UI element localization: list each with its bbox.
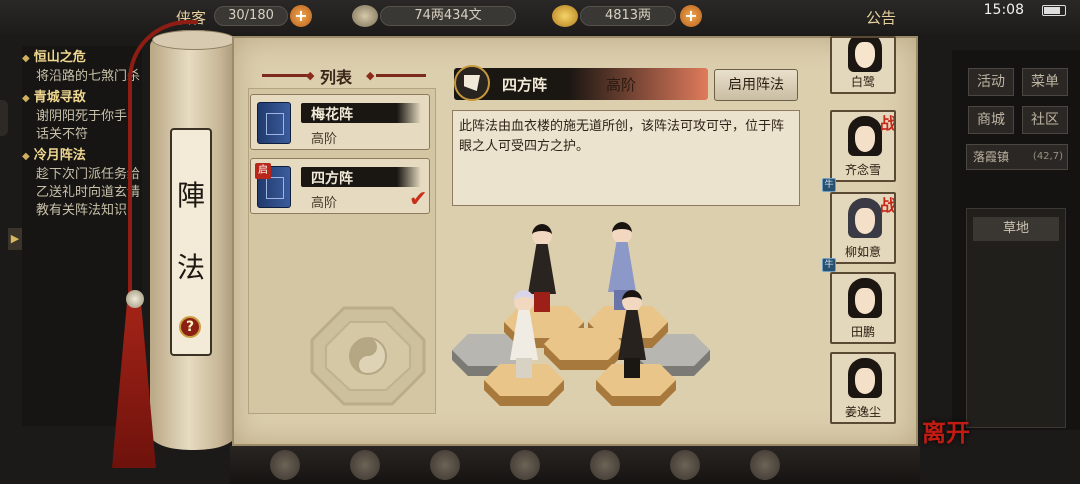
diamond-icon: ◆ [306,69,315,82]
quest-body: 趁下次门派任务给乙送礼时向道玄请教有关阵法知识 [36,167,141,218]
formation-rank: 高阶 [311,132,338,147]
scroll-title-char: 法 [176,251,205,284]
tassel-bead [126,290,144,308]
detail-formation-rank: 高阶 [606,76,637,94]
clock: 15:08 [983,2,1024,18]
character-name: 姜逸尘 [844,405,881,419]
character-card[interactable]: 柳如意 战 [830,192,896,264]
side-drawer-handle[interactable] [0,100,8,136]
toolbar-button-icon[interactable] [750,450,780,480]
character-card[interactable]: 田鹏 [830,272,896,344]
community-button[interactable]: 社区 [1022,106,1068,134]
location-name: 落霞镇 [973,150,1010,164]
add-gold-button[interactable]: + [680,5,702,27]
notice-button[interactable]: 公告 [866,7,896,28]
quest-body: 谢阴阳死于你手，话关不符 [36,109,141,142]
header-ornament [376,74,426,77]
diamond-icon: ◆ [366,69,375,82]
gold-counter: 4813两 [580,6,676,26]
quest-title[interactable]: 冷月阵法 [22,147,142,166]
capacity-counter: 30/180 [214,6,288,26]
formation-item-meihua[interactable]: 梅花阵 高阶 [250,94,430,150]
battle-badge: 战 [879,114,896,133]
formation-name: 四方阵 [311,171,353,187]
money-counter: 74两434文 [380,6,516,26]
gold-ingot-icon [552,5,578,27]
toolbar-button-icon[interactable] [350,450,380,480]
shop-button[interactable]: 商城 [968,106,1014,134]
bottom-toolbar [230,446,920,484]
link-chip-icon: 牛 [822,258,836,272]
leave-button[interactable]: 离开 [918,420,974,476]
formation-board [448,218,728,418]
character-name: 田鹏 [850,325,875,339]
quest-title[interactable]: 青城寻敌 [22,89,142,108]
formation-flag-icon [454,65,490,101]
character-name: 柳如意 [844,245,881,259]
list-header: ◆ 列表 ◆ [262,64,426,87]
toolbar-button-icon[interactable] [430,450,460,480]
battery-icon [1042,5,1066,16]
quest-body: 将沿路的七煞门杀 [36,69,141,84]
terrain-label: 草地 [973,217,1059,241]
description-box: 此阵法由血衣楼的施无道所创，该阵法可攻可守，位于阵眼之人可受四方之护。 [452,110,800,206]
location-coords: (42,7) [1032,151,1063,162]
active-tag-badge: 启 [255,163,271,179]
link-chip-icon: 牛 [822,178,836,192]
detail-formation-name: 四方阵 [502,76,548,94]
hero-figure[interactable] [612,290,652,380]
hero-figure[interactable] [504,290,544,380]
character-card[interactable]: 姜逸尘 [830,352,896,424]
header-ornament [262,74,312,77]
toolbar-button-icon[interactable] [510,450,540,480]
checkmark-icon: ✔ [409,187,428,212]
help-button[interactable]: ? [179,316,201,338]
scroll-title-char: 陣 [176,179,205,212]
character-roster: 白鹭 齐念雪 战 牛 柳如意 战 牛 田鹏 姜逸尘 [822,36,904,430]
formation-name: 梅花阵 [311,107,353,123]
item-name-banner: 梅花阵 [301,103,421,123]
toolbar-button-icon[interactable] [270,450,300,480]
toolbar-button-icon[interactable] [590,450,620,480]
location-bar[interactable]: 落霞镇 (42,7) [966,144,1068,170]
activity-button[interactable]: 活动 [968,68,1014,96]
silver-icon [352,5,378,27]
enable-formation-button[interactable]: 启用阵法 [714,69,798,101]
expand-arrow-icon[interactable]: ▶ [8,228,22,250]
character-card[interactable]: 白鹭 [830,36,896,94]
book-icon [257,102,291,144]
character-name: 齐念雪 [844,163,881,177]
battle-badge: 战 [879,196,896,215]
formation-item-sifang[interactable]: 启 四方阵 高阶 ✔ [250,158,430,214]
list-title: 列表 [320,68,353,87]
add-capacity-button[interactable]: + [290,5,312,27]
bagua-icon [310,306,426,406]
character-card[interactable]: 齐念雪 战 [830,110,896,182]
formation-description: 此阵法由血衣楼的施无道所创，该阵法可攻可守，位于阵眼之人可受四方之护。 [459,119,785,154]
menu-button[interactable]: 菜单 [1022,68,1068,96]
formation-rank: 高阶 [311,196,338,211]
character-name: 白鹭 [850,75,875,89]
quest-title[interactable]: 恒山之危 [22,49,142,68]
toolbar-button-icon[interactable] [670,450,700,480]
formation-detail-header: 四方阵 高阶 [454,65,708,101]
terrain-panel: 草地 [966,208,1066,428]
item-name-banner: 四方阵 [301,167,421,187]
